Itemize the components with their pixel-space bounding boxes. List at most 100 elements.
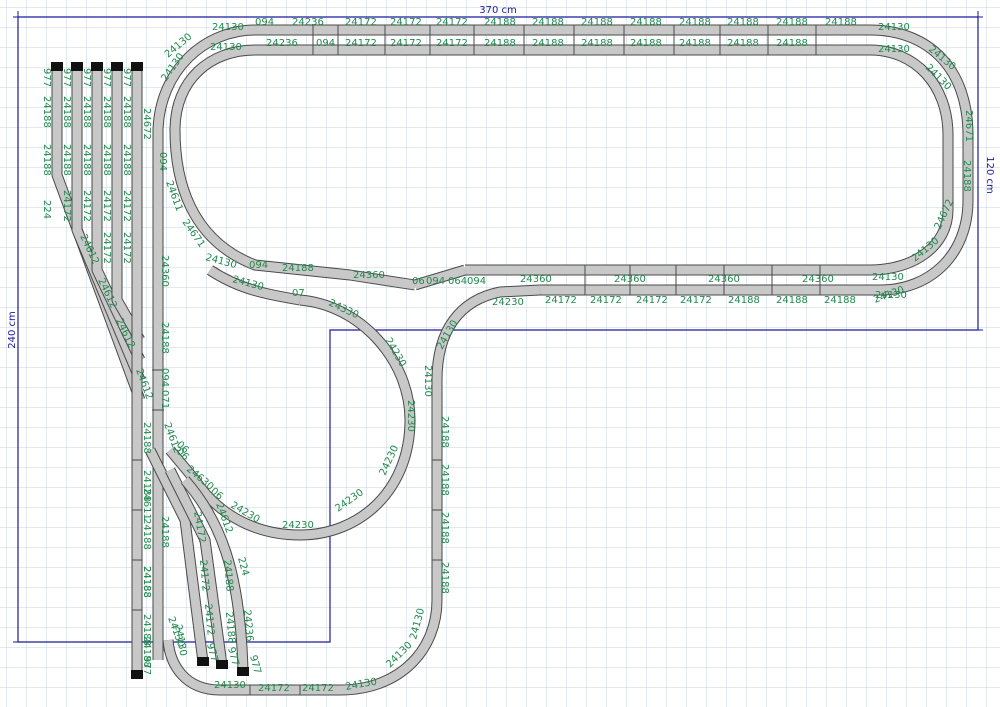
svg-text:24172: 24172 xyxy=(101,190,112,222)
svg-text:977: 977 xyxy=(61,68,72,87)
svg-text:24172: 24172 xyxy=(302,683,334,694)
svg-text:24172: 24172 xyxy=(121,190,132,222)
svg-text:24672: 24672 xyxy=(141,108,152,140)
svg-text:24188: 24188 xyxy=(439,416,450,448)
svg-text:24188: 24188 xyxy=(728,295,760,306)
svg-text:094: 094 xyxy=(255,17,274,28)
svg-text:24130: 24130 xyxy=(422,365,433,397)
svg-text:24188: 24188 xyxy=(679,17,711,28)
svg-text:24188: 24188 xyxy=(727,38,759,49)
svg-text:24130: 24130 xyxy=(875,290,907,301)
svg-text:24188: 24188 xyxy=(581,38,613,49)
svg-text:07: 07 xyxy=(292,288,305,299)
track-plan-diagram: 370 cm 120 cm 240 cm 24130 094 24236 241… xyxy=(0,0,1000,707)
svg-text:094: 094 xyxy=(467,276,486,287)
grid-background xyxy=(0,0,1000,707)
height-dimension-label: 120 cm xyxy=(984,156,995,194)
svg-text:24188: 24188 xyxy=(961,160,972,192)
svg-text:24188: 24188 xyxy=(581,17,613,28)
svg-text:24188: 24188 xyxy=(484,38,516,49)
svg-text:24188: 24188 xyxy=(439,512,450,544)
svg-text:24360: 24360 xyxy=(802,274,834,285)
svg-text:24130: 24130 xyxy=(212,22,244,33)
svg-text:24130: 24130 xyxy=(878,44,910,55)
svg-text:24360: 24360 xyxy=(614,274,646,285)
svg-text:224: 224 xyxy=(41,200,52,219)
svg-text:977: 977 xyxy=(101,68,112,87)
svg-text:24188: 24188 xyxy=(532,38,564,49)
svg-text:24188: 24188 xyxy=(776,17,808,28)
svg-text:24188: 24188 xyxy=(630,17,662,28)
svg-text:094: 094 xyxy=(159,368,170,387)
svg-text:24671: 24671 xyxy=(963,110,974,142)
svg-text:24172: 24172 xyxy=(81,190,92,222)
svg-text:24188: 24188 xyxy=(121,144,132,176)
svg-text:24188: 24188 xyxy=(824,295,856,306)
svg-text:24611: 24611 xyxy=(141,488,152,520)
svg-text:24172: 24172 xyxy=(545,295,577,306)
svg-text:24130: 24130 xyxy=(878,22,910,33)
svg-text:24172: 24172 xyxy=(101,232,112,264)
svg-text:24188: 24188 xyxy=(141,518,152,550)
svg-text:094: 094 xyxy=(426,276,445,287)
side-dimension-label: 240 cm xyxy=(7,311,18,349)
svg-text:24130: 24130 xyxy=(210,42,242,53)
svg-text:24130: 24130 xyxy=(214,680,246,691)
svg-text:24188: 24188 xyxy=(532,17,564,28)
svg-text:24172: 24172 xyxy=(436,17,468,28)
svg-text:24188: 24188 xyxy=(439,464,450,496)
svg-text:24188: 24188 xyxy=(679,38,711,49)
svg-text:24172: 24172 xyxy=(258,683,290,694)
svg-text:24130: 24130 xyxy=(872,272,904,283)
svg-text:24188: 24188 xyxy=(776,38,808,49)
svg-text:977: 977 xyxy=(141,656,152,675)
svg-text:24230: 24230 xyxy=(282,520,314,531)
svg-text:24236: 24236 xyxy=(266,38,298,49)
svg-text:24172: 24172 xyxy=(121,232,132,264)
svg-text:06: 06 xyxy=(412,276,425,287)
svg-text:24172: 24172 xyxy=(590,295,622,306)
svg-text:064: 064 xyxy=(448,276,467,287)
svg-text:24188: 24188 xyxy=(282,263,314,274)
svg-text:24230: 24230 xyxy=(492,297,524,308)
svg-text:24188: 24188 xyxy=(141,566,152,598)
svg-text:24188: 24188 xyxy=(159,322,170,354)
svg-text:094: 094 xyxy=(157,152,168,171)
svg-text:24360: 24360 xyxy=(353,270,385,281)
svg-text:24188: 24188 xyxy=(101,96,112,128)
svg-text:24172: 24172 xyxy=(345,38,377,49)
svg-text:24188: 24188 xyxy=(41,144,52,176)
svg-text:24188: 24188 xyxy=(484,17,516,28)
svg-text:24188: 24188 xyxy=(727,17,759,28)
svg-text:24360: 24360 xyxy=(520,274,552,285)
svg-text:24236: 24236 xyxy=(292,17,324,28)
svg-text:24172: 24172 xyxy=(345,17,377,28)
svg-text:24188: 24188 xyxy=(81,144,92,176)
svg-text:24188: 24188 xyxy=(41,96,52,128)
svg-text:24188: 24188 xyxy=(61,96,72,128)
svg-text:24172: 24172 xyxy=(636,295,668,306)
svg-text:24188: 24188 xyxy=(81,96,92,128)
svg-text:071: 071 xyxy=(159,390,170,409)
svg-text:977: 977 xyxy=(81,68,92,87)
svg-text:24360: 24360 xyxy=(159,255,170,287)
svg-text:24172: 24172 xyxy=(390,17,422,28)
svg-text:24188: 24188 xyxy=(101,144,112,176)
svg-text:24360: 24360 xyxy=(708,274,740,285)
svg-text:24188: 24188 xyxy=(141,422,152,454)
svg-text:24230: 24230 xyxy=(405,400,416,432)
svg-text:24172: 24172 xyxy=(390,38,422,49)
svg-text:094: 094 xyxy=(249,260,268,271)
svg-text:24172: 24172 xyxy=(680,295,712,306)
svg-text:24188: 24188 xyxy=(825,17,857,28)
svg-text:24188: 24188 xyxy=(61,144,72,176)
svg-text:094: 094 xyxy=(316,38,335,49)
svg-text:24188: 24188 xyxy=(121,96,132,128)
svg-text:977: 977 xyxy=(121,68,132,87)
svg-text:977: 977 xyxy=(41,68,52,87)
svg-text:24172: 24172 xyxy=(436,38,468,49)
svg-text:24188: 24188 xyxy=(630,38,662,49)
svg-text:24172: 24172 xyxy=(61,190,72,222)
width-dimension-label: 370 cm xyxy=(479,5,517,16)
svg-text:24188: 24188 xyxy=(776,295,808,306)
